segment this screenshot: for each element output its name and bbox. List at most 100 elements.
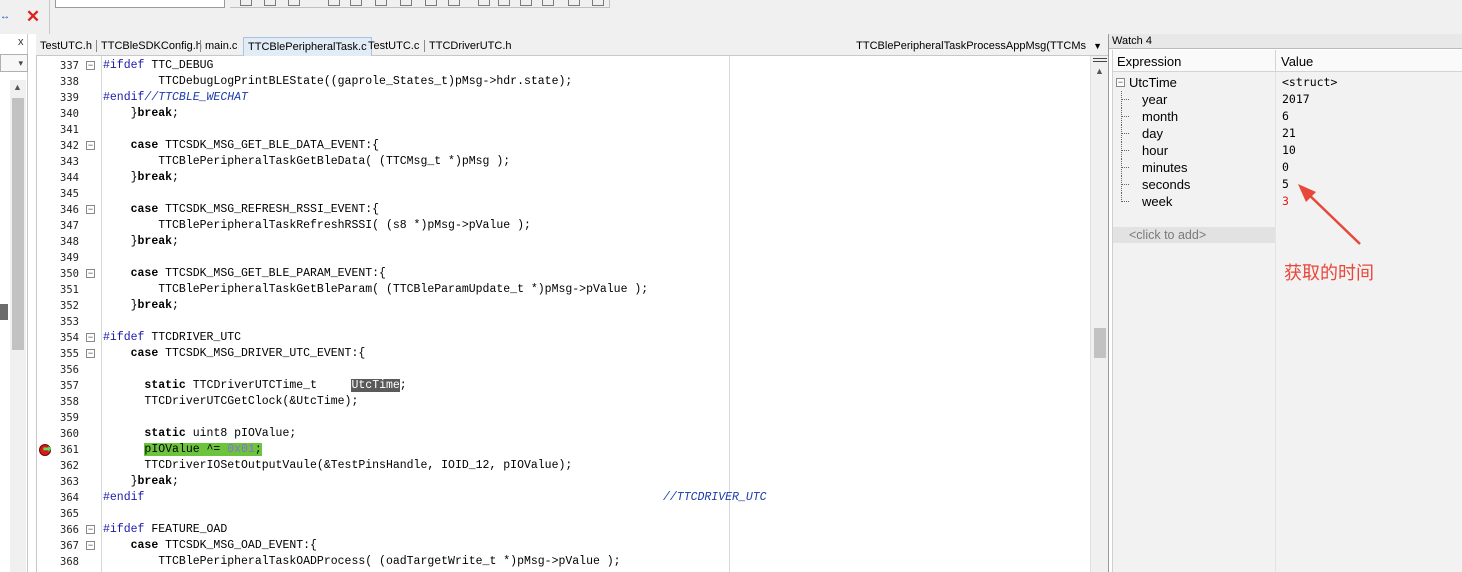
line-number: 346 xyxy=(60,204,79,216)
toolbar-icon[interactable] xyxy=(498,0,510,6)
gutter-row[interactable]: 366− xyxy=(37,522,101,538)
watch-row[interactable]: month 6 xyxy=(1113,108,1462,125)
gutter-row[interactable]: 361 ➡ xyxy=(37,442,101,458)
fold-toggle-icon[interactable]: − xyxy=(86,205,95,214)
toolbar-icon[interactable] xyxy=(288,0,300,6)
gutter-row[interactable]: 368 xyxy=(37,554,101,570)
watch-row[interactable]: seconds 5 xyxy=(1113,176,1462,193)
watch-row[interactable]: hour 10 xyxy=(1113,142,1462,159)
toolbar-icon[interactable] xyxy=(520,0,532,6)
gutter-row[interactable]: 343 xyxy=(37,154,101,170)
panel-combo[interactable]: ▾ xyxy=(0,54,28,72)
toolbar-icon[interactable] xyxy=(400,0,412,6)
gutter-row[interactable]: 339 xyxy=(37,90,101,106)
gutter-row[interactable]: 340 xyxy=(37,106,101,122)
gutter-row[interactable]: 346− xyxy=(37,202,101,218)
tab-ttcdriverutc-h[interactable]: TTCDriverUTC.h xyxy=(425,37,516,56)
watch-row[interactable]: minutes 0 xyxy=(1113,159,1462,176)
preprocessor: #ifdef xyxy=(103,523,145,536)
editor-scroll-thumb[interactable] xyxy=(1094,328,1106,358)
column-header-value[interactable]: Value xyxy=(1281,54,1313,69)
gutter-row[interactable]: 348 xyxy=(37,234,101,250)
add-watch-placeholder[interactable]: <click to add> xyxy=(1129,228,1206,242)
panel-close-icon[interactable]: x xyxy=(18,36,24,48)
gutter-row[interactable]: 362 xyxy=(37,458,101,474)
toolbar-icon[interactable] xyxy=(425,0,437,6)
code-line: case TTCSDK_MSG_DRIVER_UTC_EVENT:{ xyxy=(103,346,1113,362)
code-editor[interactable]: 337−338 339 340 341 342−343 344 345 346−347 348 3… xyxy=(36,56,1108,572)
function-combo[interactable]: TTCBlePeripheralTaskProcessAppMsg(TTCMs xyxy=(856,37,1086,55)
gutter-row[interactable]: 347 xyxy=(37,218,101,234)
gutter-row[interactable]: 350− xyxy=(37,266,101,282)
code-text: } xyxy=(103,171,138,184)
gutter-row[interactable]: 367− xyxy=(37,538,101,554)
gutter-row[interactable]: 358 xyxy=(37,394,101,410)
gutter-row[interactable]: 341 xyxy=(37,122,101,138)
gutter-row[interactable]: 349 xyxy=(37,250,101,266)
panel-scrollbar[interactable]: ▲ xyxy=(10,80,26,572)
toolbar-icon[interactable] xyxy=(264,0,276,6)
gutter-row[interactable]: 351 xyxy=(37,282,101,298)
gutter-row[interactable]: 365 xyxy=(37,506,101,522)
watch-row-root[interactable]: − UtcTime <struct> xyxy=(1113,74,1462,91)
close-icon[interactable]: ✕ xyxy=(25,8,41,26)
code-line: }break; xyxy=(103,106,1113,122)
panel-scroll-thumb[interactable] xyxy=(12,98,24,350)
fold-toggle-icon[interactable]: − xyxy=(86,541,95,550)
tab-ttcbleperipheraltask-c[interactable]: TTCBlePeripheralTask.c xyxy=(243,37,372,56)
gutter-row[interactable]: 353 xyxy=(37,314,101,330)
toolbar-icon[interactable] xyxy=(375,0,387,6)
fold-toggle-icon[interactable]: − xyxy=(86,61,95,70)
toolbar-icon[interactable] xyxy=(448,0,460,6)
gutter-row[interactable]: 359 xyxy=(37,410,101,426)
code-area[interactable]: #ifdef TTC_DEBUG TTCDebugLogPrintBLEStat… xyxy=(103,56,1113,572)
gutter-row[interactable]: 356 xyxy=(37,362,101,378)
step-icon[interactable]: ↔ xyxy=(0,10,14,24)
watch-grid[interactable]: Expression Value − UtcTime <struct> year… xyxy=(1112,50,1462,572)
editor-scrollbar[interactable]: ▲ xyxy=(1090,56,1108,572)
toolbar-icon[interactable] xyxy=(350,0,362,6)
breakpoint-icon[interactable]: ➡ xyxy=(39,444,51,456)
tab-ttcblesdkconfig-h[interactable]: TTCBleSDKConfig.h xyxy=(97,37,206,56)
watch-row[interactable]: week 3 xyxy=(1113,193,1462,210)
gutter-row[interactable]: 345 xyxy=(37,186,101,202)
gutter-row[interactable]: 357 xyxy=(37,378,101,394)
selected-identifier[interactable]: UtcTime xyxy=(351,379,400,392)
gutter-row[interactable]: 363 xyxy=(37,474,101,490)
gutter-row[interactable]: 352 xyxy=(37,298,101,314)
gutter-row[interactable]: 337− xyxy=(37,58,101,74)
gutter-row[interactable]: 338 xyxy=(37,74,101,90)
toolbar-icon[interactable] xyxy=(542,0,554,6)
watch-row[interactable]: day 21 xyxy=(1113,125,1462,142)
gutter-row[interactable]: 354− xyxy=(37,330,101,346)
scroll-up-icon[interactable]: ▲ xyxy=(1095,66,1104,76)
toolbar-icon[interactable] xyxy=(478,0,490,6)
gutter-row[interactable]: 344 xyxy=(37,170,101,186)
tab-main-c[interactable]: main.c xyxy=(201,37,241,56)
chevron-down-icon[interactable]: ▼ xyxy=(1093,37,1102,55)
toolbar-icon[interactable] xyxy=(240,0,252,6)
gutter-row[interactable]: 360 xyxy=(37,426,101,442)
toolbar-icon[interactable] xyxy=(592,0,604,6)
gutter-row[interactable]: 364 xyxy=(37,490,101,506)
gutter-row[interactable]: 355− xyxy=(37,346,101,362)
column-divider[interactable] xyxy=(1275,50,1276,72)
scroll-up-icon[interactable]: ▲ xyxy=(13,82,22,92)
add-watch-row[interactable]: <click to add> xyxy=(1113,227,1275,243)
fold-toggle-icon[interactable]: − xyxy=(86,525,95,534)
tab-testutc-c[interactable]: TestUTC.c xyxy=(364,37,423,56)
fold-toggle-icon[interactable]: − xyxy=(86,141,95,150)
gutter-row[interactable]: 342− xyxy=(37,138,101,154)
fold-toggle-icon[interactable]: − xyxy=(86,269,95,278)
collapse-icon[interactable]: − xyxy=(1116,78,1125,87)
split-handle-icon[interactable] xyxy=(1093,58,1107,62)
watch-row[interactable]: year 2017 xyxy=(1113,91,1462,108)
toolbar-icon[interactable] xyxy=(328,0,340,6)
tab-testutc-h[interactable]: TestUTC.h xyxy=(36,37,96,56)
fold-toggle-icon[interactable]: − xyxy=(86,349,95,358)
fold-toggle-icon[interactable]: − xyxy=(86,333,95,342)
toolbar-icon[interactable] xyxy=(568,0,580,6)
toolbar-combo[interactable] xyxy=(55,0,225,8)
column-header-expression[interactable]: Expression xyxy=(1117,54,1181,69)
